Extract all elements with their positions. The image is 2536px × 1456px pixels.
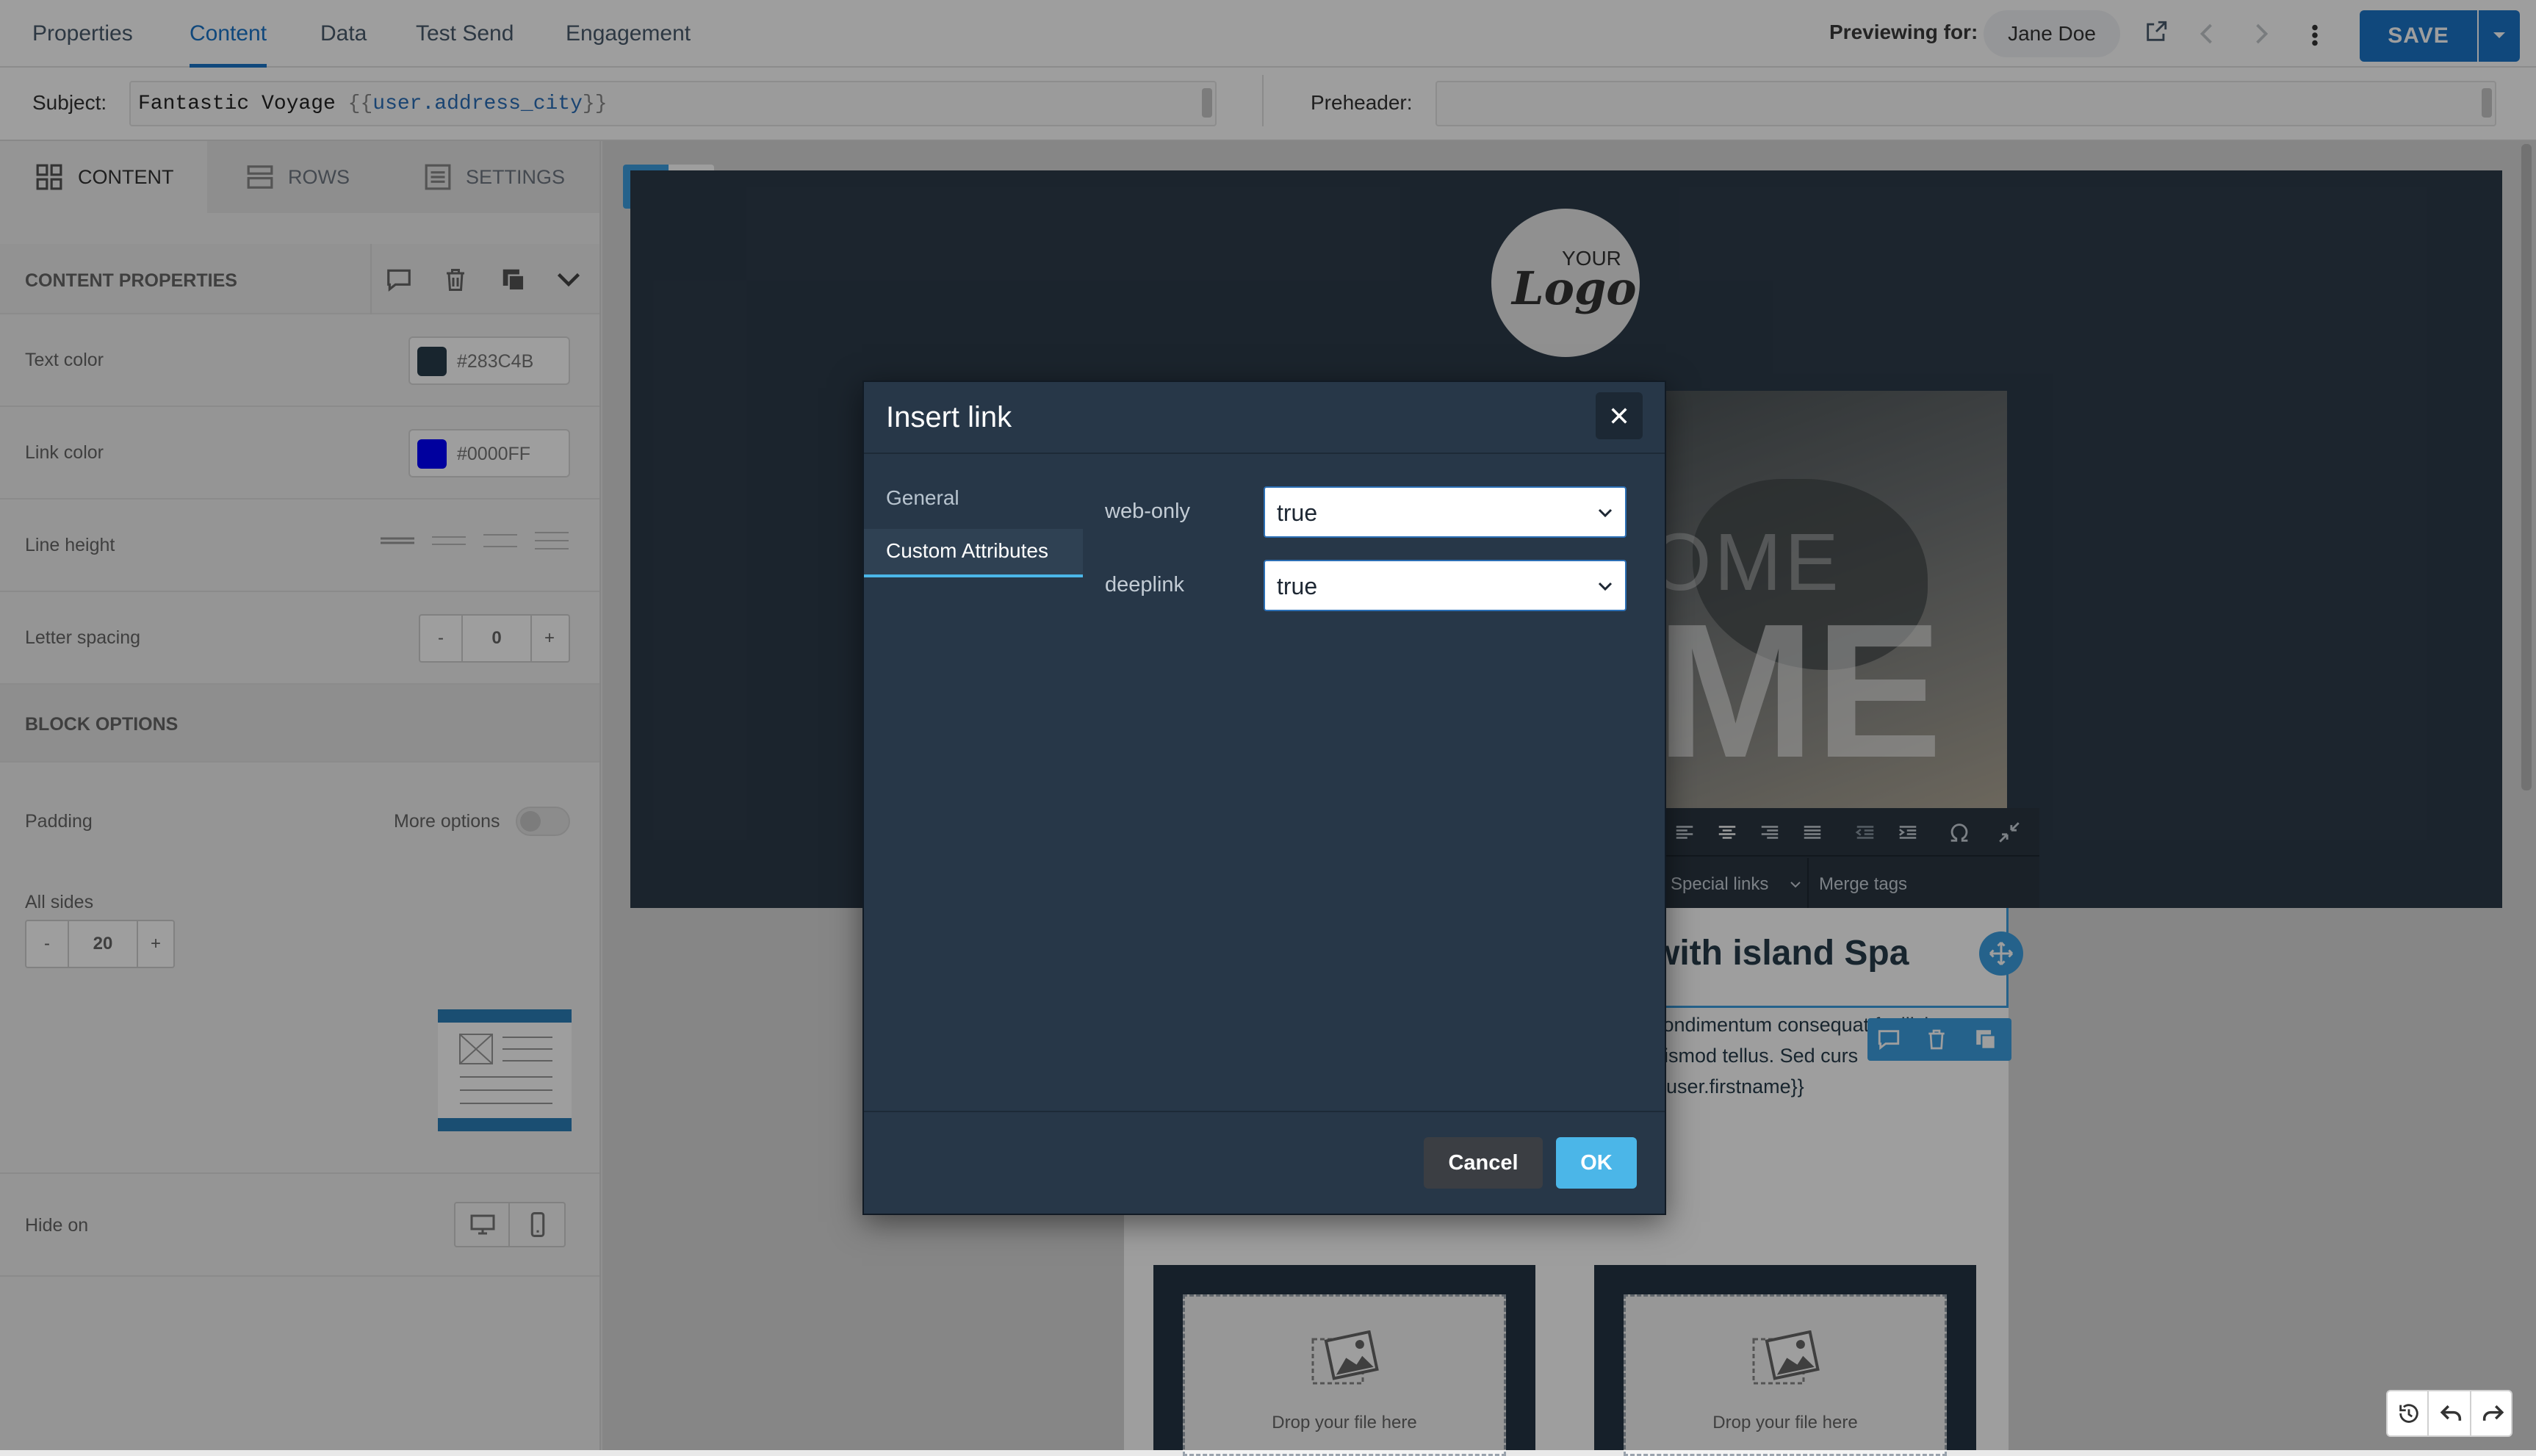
deeplink-value: true	[1277, 573, 1318, 599]
chevron-down-icon	[1598, 508, 1613, 518]
cancel-button[interactable]: Cancel	[1424, 1137, 1543, 1189]
history-button[interactable]	[2388, 1391, 2429, 1435]
modal-close-button[interactable]	[1596, 392, 1643, 439]
undo-icon	[2440, 1405, 2462, 1421]
modal-footer-divider	[864, 1111, 1665, 1112]
modal-tab-general[interactable]: General	[886, 486, 959, 510]
redo-button[interactable]	[2473, 1391, 2512, 1435]
modal-tab-label: Custom Attributes	[886, 539, 1048, 562]
ok-button[interactable]: OK	[1556, 1137, 1637, 1189]
chevron-down-icon	[1598, 582, 1613, 591]
attribute-label: web-only	[1105, 500, 1191, 523]
redo-icon	[2482, 1405, 2504, 1421]
insert-link-modal: Insert link General Custom Attributes we…	[862, 381, 1666, 1215]
web-only-select[interactable]: true	[1264, 486, 1627, 538]
close-icon	[1611, 408, 1627, 424]
history-controls	[2386, 1390, 2512, 1437]
attribute-label: deeplink	[1105, 573, 1185, 597]
deeplink-select[interactable]: true	[1264, 560, 1627, 611]
web-only-value: true	[1277, 500, 1318, 526]
modal-title: Insert link	[886, 401, 1012, 433]
history-icon	[2399, 1404, 2418, 1423]
modal-tab-custom-attributes[interactable]: Custom Attributes	[864, 529, 1083, 577]
modal-header: Insert link	[864, 382, 1665, 454]
undo-button[interactable]	[2430, 1391, 2471, 1435]
